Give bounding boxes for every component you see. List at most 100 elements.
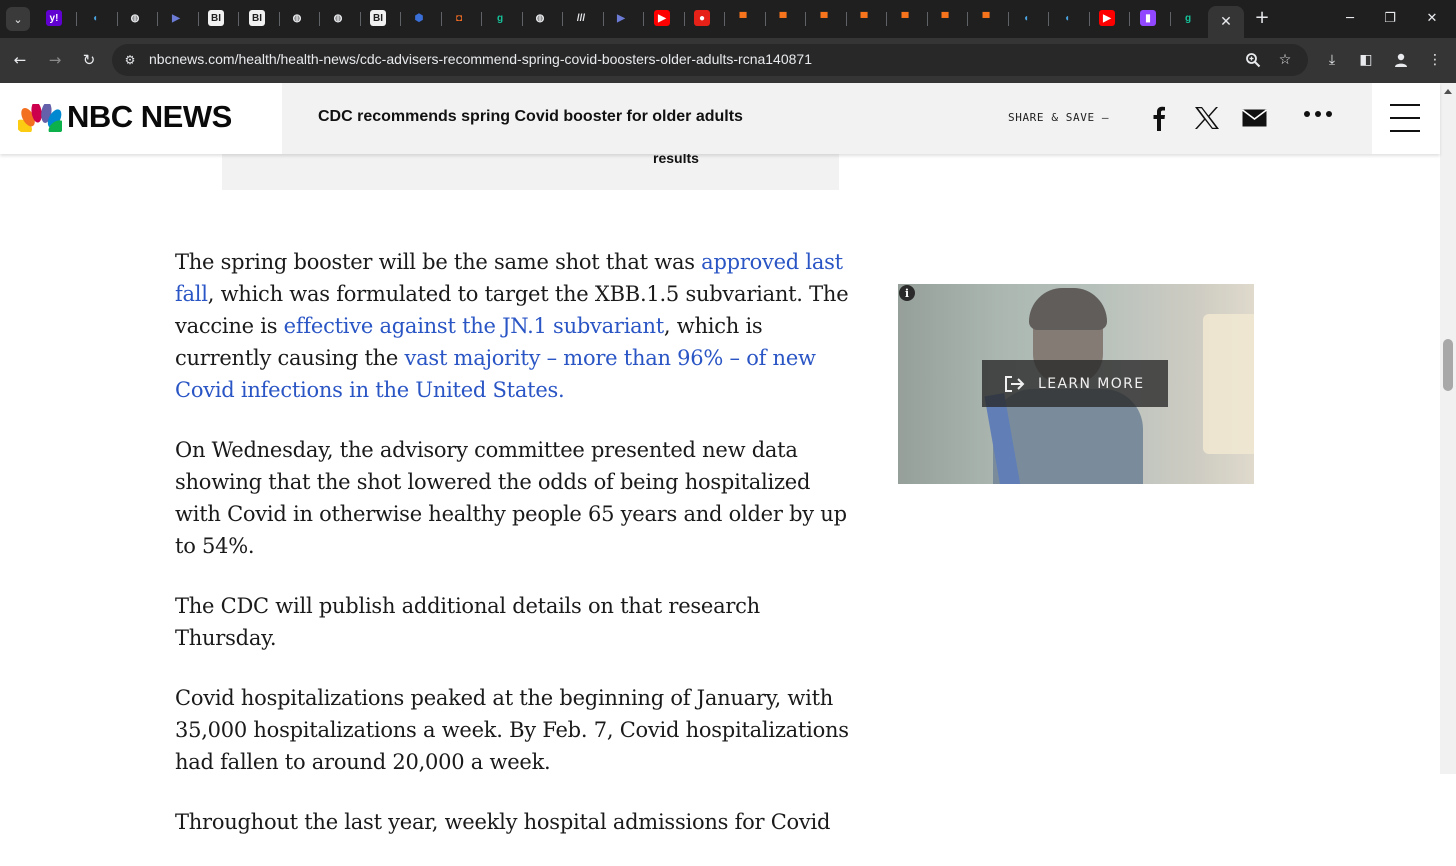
scroll-thumb[interactable] bbox=[1443, 339, 1453, 391]
tab-search-chevron-icon[interactable]: ⌄ bbox=[6, 7, 30, 31]
tab-favicon-bookmark-orange-icon[interactable]: ▀ bbox=[816, 10, 832, 26]
tab-favicon-globe-icon[interactable]: ◍ bbox=[532, 10, 548, 26]
tab-favicon-bookmark-orange-icon[interactable]: ▀ bbox=[735, 10, 751, 26]
active-tab[interactable]: ✕ bbox=[1208, 6, 1244, 38]
browser-menu-kebab-icon[interactable]: ⋮ bbox=[1425, 50, 1445, 70]
tab-favicon-business-insider-icon[interactable]: BI bbox=[208, 10, 224, 26]
tab-separator bbox=[1048, 12, 1049, 26]
tab-favicon-shield-orange-icon[interactable]: ◘ bbox=[451, 10, 467, 26]
reload-icon[interactable]: ↻ bbox=[78, 49, 100, 71]
browser-tab-strip: ⌄ y! ◖ ◍ ▶ BI BI ◍ ◍ BI ⬢ ◘ g ◍///▶ ▶ ● ▀ ▀ ▀ ▀ ▀ ▀ ▀ ◖ ◖ ▶ ▮ g ✕ … bbox=[0, 0, 1456, 38]
browser-toolbar: ← → ↻ ⚙ nbcnews.com/health/health-news/c… bbox=[0, 38, 1456, 83]
tab-separator bbox=[279, 12, 280, 26]
close-tab-icon[interactable]: ✕ bbox=[1220, 14, 1232, 30]
email-envelope-icon[interactable] bbox=[1239, 103, 1269, 133]
tab-separator bbox=[684, 12, 685, 26]
close-window-icon[interactable]: ✕ bbox=[1420, 6, 1444, 30]
tab-favicon-podcast-red-icon[interactable]: ● bbox=[694, 10, 710, 26]
site-info-tune-icon[interactable]: ⚙ bbox=[122, 52, 138, 68]
tab-separator bbox=[805, 12, 806, 26]
tab-favicon-bookmark-orange-icon[interactable]: ▀ bbox=[978, 10, 994, 26]
tab-separator bbox=[886, 12, 887, 26]
tab-separator bbox=[522, 12, 523, 26]
tab-favicon-arrow-blue-icon[interactable]: ▶ bbox=[613, 10, 629, 26]
article-body: The spring booster will be the same shot… bbox=[175, 246, 855, 866]
tab-favicon-youtube-icon[interactable]: ▶ bbox=[654, 10, 670, 26]
tab-separator bbox=[643, 12, 644, 26]
tab-separator bbox=[360, 12, 361, 26]
hamburger-menu-icon[interactable] bbox=[1390, 104, 1420, 132]
tab-favicon-grammarly-g-icon[interactable]: g bbox=[492, 10, 508, 26]
learn-more-label: LEARN MORE bbox=[1038, 375, 1145, 392]
nbc-news-wordmark: NBC NEWS bbox=[67, 99, 232, 134]
tab-separator bbox=[157, 12, 158, 26]
video-ad[interactable]: i LEARN MORE bbox=[898, 284, 1254, 484]
logo-link[interactable]: NBC NEWS bbox=[0, 83, 282, 154]
learn-more-button[interactable]: LEARN MORE bbox=[982, 360, 1168, 407]
bookmark-star-icon[interactable]: ☆ bbox=[1276, 51, 1294, 69]
facebook-icon[interactable] bbox=[1144, 103, 1174, 133]
profile-avatar-icon[interactable] bbox=[1391, 50, 1411, 70]
tab-separator bbox=[1170, 12, 1171, 26]
tab-favicon-business-insider-icon[interactable]: BI bbox=[370, 10, 386, 26]
tab-favicon-bookmark-orange-icon[interactable]: ▀ bbox=[775, 10, 791, 26]
scroll-up-arrow-icon[interactable] bbox=[1444, 89, 1452, 94]
tab-favicon-shield-blue-icon[interactable]: ◖ bbox=[87, 10, 103, 26]
tab-separator bbox=[927, 12, 928, 26]
address-bar[interactable]: ⚙ nbcnews.com/health/health-news/cdc-adv… bbox=[112, 44, 1308, 76]
back-arrow-icon[interactable]: ← bbox=[9, 49, 31, 71]
tab-separator bbox=[441, 12, 442, 26]
tab-favicon-slashes-icon[interactable]: /// bbox=[573, 10, 589, 26]
tab-separator bbox=[481, 12, 482, 26]
tab-separator bbox=[967, 12, 968, 26]
paragraph-text: The spring booster will be the same shot… bbox=[175, 250, 702, 274]
tab-separator bbox=[117, 12, 118, 26]
download-icon[interactable]: ⤓ bbox=[1322, 50, 1342, 70]
tab-favicon-shield-blue-icon[interactable]: ◖ bbox=[1018, 10, 1034, 26]
site-header: NBC NEWS CDC recommends spring Covid boo… bbox=[0, 83, 1440, 154]
tab-favicon-business-insider-icon[interactable]: BI bbox=[249, 10, 265, 26]
tab-separator bbox=[400, 12, 401, 26]
article-paragraph: The spring booster will be the same shot… bbox=[175, 246, 855, 406]
page-scrollbar[interactable] bbox=[1440, 83, 1456, 774]
ad-info-icon[interactable]: i bbox=[899, 285, 915, 301]
new-tab-button[interactable]: + bbox=[1252, 8, 1272, 28]
share-save-label: SHARE & SAVE — bbox=[1008, 111, 1110, 124]
tab-favicon-yahoo-icon[interactable]: y! bbox=[46, 10, 62, 26]
tab-favicon-youtube-icon[interactable]: ▶ bbox=[1099, 10, 1115, 26]
more-options-dots-icon[interactable] bbox=[1304, 111, 1332, 117]
forward-arrow-icon[interactable]: → bbox=[44, 49, 66, 71]
tab-favicon-twitch-icon[interactable]: ▮ bbox=[1140, 10, 1156, 26]
tab-separator bbox=[846, 12, 847, 26]
tab-separator bbox=[1008, 12, 1009, 26]
tab-separator bbox=[765, 12, 766, 26]
x-twitter-icon[interactable] bbox=[1192, 103, 1222, 133]
tab-favicon-globe-icon[interactable]: ◍ bbox=[289, 10, 305, 26]
url-text[interactable]: nbcnews.com/health/health-news/cdc-advis… bbox=[149, 51, 812, 67]
tab-favicon-bookmark-orange-icon[interactable]: ▀ bbox=[937, 10, 953, 26]
article-paragraph: The CDC will publish additional details … bbox=[175, 594, 760, 650]
tab-separator bbox=[319, 12, 320, 26]
restore-window-icon[interactable]: ❐ bbox=[1378, 6, 1402, 30]
tab-separator bbox=[76, 12, 77, 26]
tab-favicon-bookmark-orange-icon[interactable]: ▀ bbox=[856, 10, 872, 26]
tab-favicon-shield-blue-icon[interactable]: ◖ bbox=[1059, 10, 1075, 26]
zoom-magnifier-icon[interactable] bbox=[1244, 51, 1262, 69]
tab-favicon-globe-icon[interactable]: ◍ bbox=[127, 10, 143, 26]
article-paragraph: Throughout the last year, weekly hospita… bbox=[175, 810, 831, 834]
tab-separator bbox=[603, 12, 604, 26]
nbc-peacock-logo-icon bbox=[18, 104, 62, 132]
tab-favicon-globe-icon[interactable]: ◍ bbox=[330, 10, 346, 26]
tab-favicon-cube-blue-icon[interactable]: ⬢ bbox=[411, 10, 427, 26]
tab-separator bbox=[238, 12, 239, 26]
tab-favicon-grammarly-g-icon[interactable]: g bbox=[1180, 10, 1196, 26]
tab-favicon-bookmark-orange-icon[interactable]: ▀ bbox=[897, 10, 913, 26]
tab-separator bbox=[1089, 12, 1090, 26]
tab-favicon-arrow-blue-icon[interactable]: ▶ bbox=[168, 10, 184, 26]
minimize-icon[interactable]: ─ bbox=[1338, 6, 1362, 30]
tab-separator bbox=[562, 12, 563, 26]
article-header-band: CDC recommends spring Covid booster for … bbox=[282, 83, 1372, 154]
side-panel-icon[interactable]: ◧ bbox=[1356, 50, 1376, 70]
link-effective-against-jn1[interactable]: effective against the JN.1 subvariant bbox=[284, 314, 665, 338]
tab-separator bbox=[1129, 12, 1130, 26]
